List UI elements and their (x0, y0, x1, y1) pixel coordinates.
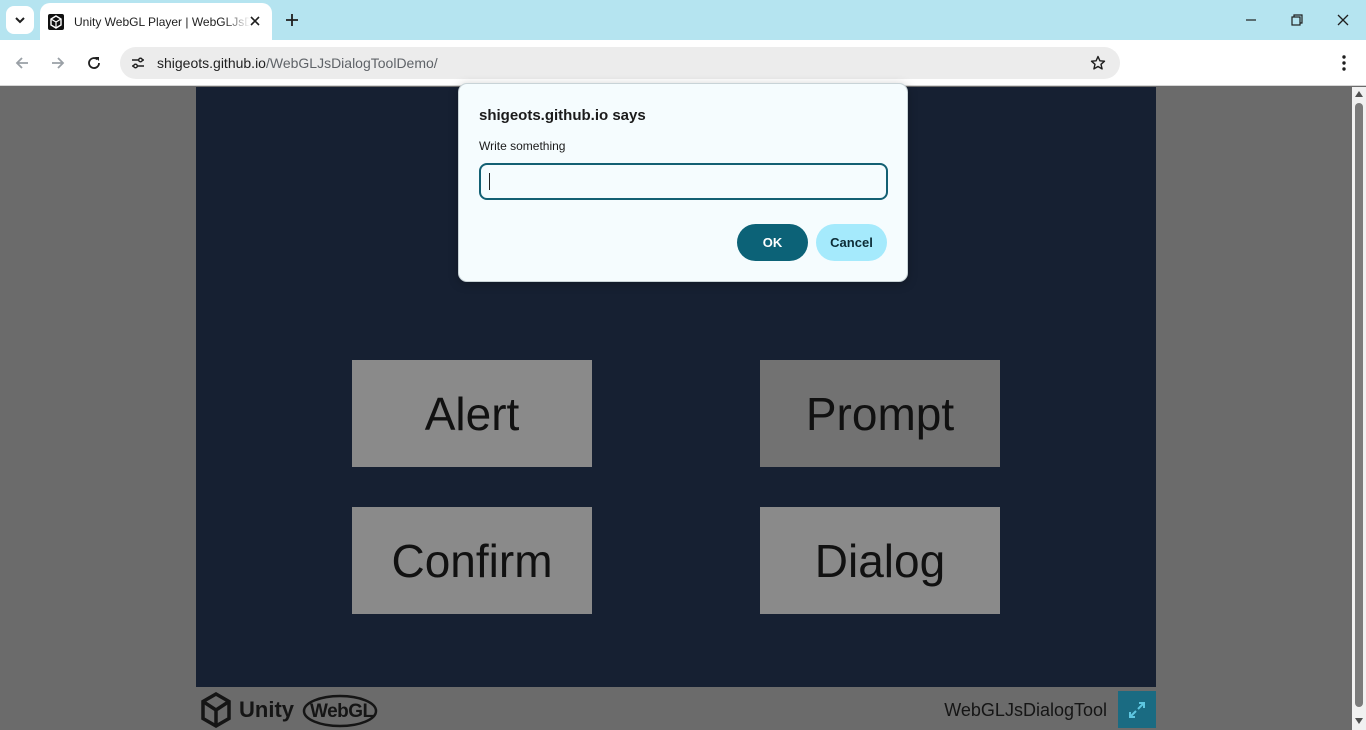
arrow-right-icon (52, 57, 65, 69)
back-button[interactable] (8, 49, 36, 77)
plus-icon (286, 14, 298, 26)
page-scrollbar[interactable] (1352, 87, 1366, 730)
tab-search-button[interactable] (6, 6, 34, 34)
webgl-logo-text: WebGL (310, 701, 374, 722)
scroll-up-arrow-icon[interactable] (1355, 91, 1363, 97)
prompt-button[interactable]: Prompt (760, 360, 1000, 467)
cancel-button[interactable]: Cancel (816, 224, 887, 261)
browser-menu-button[interactable] (1332, 49, 1356, 77)
text-caret (489, 173, 490, 190)
build-title: WebGLJsDialogTool (944, 700, 1107, 720)
expand-icon (1129, 701, 1145, 718)
dialog-message: Write something (479, 139, 566, 153)
prompt-dialog: shigeots.github.io says Write something … (458, 83, 908, 282)
unity-favicon-icon (48, 13, 64, 30)
close-window-button[interactable] (1320, 0, 1366, 40)
fullscreen-button[interactable] (1118, 691, 1156, 728)
tab-title: Unity WebGL Player | WebGLJsDialogToolDe… (74, 14, 250, 29)
alert-button[interactable]: Alert (352, 360, 592, 467)
unity-logo-text: Unity (239, 697, 294, 722)
ok-button[interactable]: OK (737, 224, 808, 261)
arrow-left-icon (15, 57, 28, 69)
unity-logo-icon (201, 692, 231, 728)
scroll-down-arrow-icon[interactable] (1355, 718, 1363, 724)
more-vertical-icon (1342, 55, 1346, 71)
dialog-title: shigeots.github.io says (479, 107, 646, 124)
restore-icon (1291, 14, 1303, 26)
chevron-down-icon (15, 17, 25, 24)
confirm-button[interactable]: Confirm (352, 507, 592, 614)
url-text: shigeots.github.io/WebGLJsDialogToolDemo… (157, 55, 438, 71)
minimize-button[interactable] (1228, 0, 1274, 40)
browser-toolbar: shigeots.github.io/WebGLJsDialogToolDemo… (0, 40, 1366, 86)
address-bar[interactable]: shigeots.github.io/WebGLJsDialogToolDemo… (120, 47, 1120, 79)
scroll-thumb[interactable] (1355, 103, 1363, 707)
dialog-button[interactable]: Dialog (760, 507, 1000, 614)
site-info-icon[interactable] (126, 51, 150, 75)
bookmark-star-icon[interactable] (1088, 53, 1108, 73)
url-host: shigeots.github.io (157, 55, 266, 71)
reload-button[interactable] (80, 49, 108, 77)
forward-button[interactable] (44, 49, 72, 77)
restore-button[interactable] (1274, 0, 1320, 40)
close-icon (1337, 14, 1349, 26)
unity-footer: Unity WebGL WebGLJsDialogTool (196, 687, 1156, 730)
reload-icon (88, 57, 100, 69)
new-tab-button[interactable] (280, 8, 304, 32)
prompt-input[interactable] (479, 163, 888, 200)
minimize-icon (1246, 19, 1256, 21)
tab-strip: Unity WebGL Player | WebGLJsDialogToolDe… (0, 0, 1366, 40)
browser-tab[interactable]: Unity WebGL Player | WebGLJsDialogToolDe… (40, 3, 272, 40)
url-path: /WebGLJsDialogToolDemo/ (265, 55, 438, 71)
tab-close-icon[interactable] (246, 12, 264, 30)
